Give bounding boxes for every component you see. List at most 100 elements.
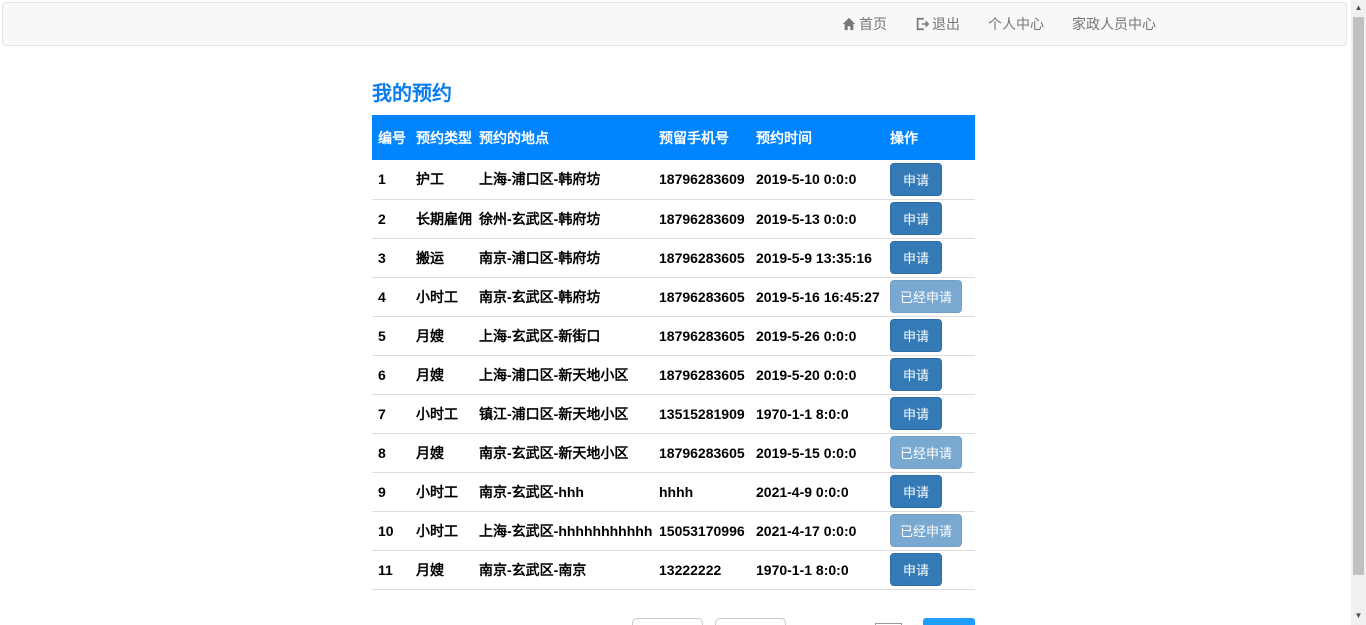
row-time: 2019-5-10 0:0:0 (756, 171, 857, 188)
nav-item-label: 退出 (932, 16, 960, 32)
table-row: 5 月嫂 上海-玄武区-新街口 18796283605 2019-5-26 0:0:0 申… (372, 316, 975, 355)
scrollbar[interactable]: ▲ ▼ (1351, 0, 1366, 625)
table-row: 8 月嫂 南京-玄武区-新天地小区 18796283605 2019-5-15 0:0:… (372, 433, 975, 472)
applied-button[interactable]: 已经申请 (890, 280, 963, 313)
col-header-location: 预约的地点 (479, 129, 549, 146)
nav-item-housekeeping-center[interactable]: 家政人员中心 (1058, 2, 1170, 46)
row-type: 小时工 (416, 288, 458, 305)
scrollbar-thumb[interactable] (1353, 17, 1364, 575)
col-header-type: 预约类型 (416, 129, 472, 146)
row-phone: 18796283605 (659, 366, 745, 383)
table-row: 4 小时工 南京-玄武区-韩府坊 18796283605 2019-5-16 16:45… (372, 277, 975, 316)
table-row: 3 搬运 南京-浦口区-韩府坊 18796283605 2019-5-9 13:35:1… (372, 238, 975, 277)
prev-page-button[interactable]: 上一页 (632, 617, 704, 625)
appointments-table: 编号 预约类型 预约的地点 预留手机号 预约时间 操作 1 护工 上海-浦口区-韩府… (372, 115, 975, 590)
nav-item-label: 首页 (859, 16, 887, 32)
pagination: 上一页 下一页 共0页 到第 页 确定 (372, 617, 975, 625)
row-phone: 18796283605 (659, 288, 745, 305)
apply-button[interactable]: 申请 (890, 358, 943, 391)
apply-button[interactable]: 申请 (890, 553, 943, 586)
row-action-cell: 已经申请 (884, 277, 975, 316)
apply-button[interactable]: 申请 (890, 319, 943, 352)
confirm-page-button[interactable]: 确定 (922, 617, 975, 625)
row-id: 11 (378, 561, 393, 578)
page: 首页 退出 个人中心 家政人员中心 我的预约 编号 预约类型 预约的地点 预留手… (0, 0, 1366, 625)
row-action-cell: 申请 (884, 238, 975, 277)
page-title: 我的预约 (372, 83, 452, 105)
row-id: 6 (378, 366, 386, 383)
row-phone: 18796283609 (659, 210, 745, 227)
row-action-cell: 申请 (884, 472, 975, 511)
scroll-down-icon[interactable]: ▼ (1351, 608, 1366, 625)
apply-button[interactable]: 申请 (890, 162, 943, 196)
row-id: 4 (378, 288, 386, 305)
logout-icon (915, 17, 929, 31)
row-action-cell: 申请 (884, 550, 975, 589)
nav-item-profile[interactable]: 个人中心 (974, 2, 1058, 46)
row-phone: 18796283609 (659, 171, 745, 188)
row-phone: 13515281909 (659, 405, 745, 422)
apply-button[interactable]: 申请 (890, 397, 943, 430)
row-id: 10 (378, 522, 394, 539)
row-id: 9 (378, 483, 386, 500)
row-type: 月嫂 (416, 366, 444, 383)
row-action-cell: 申请 (884, 394, 975, 433)
row-time: 2019-5-13 0:0:0 (756, 210, 857, 227)
nav-item-home[interactable]: 首页 (828, 2, 901, 46)
apply-button[interactable]: 申请 (890, 202, 943, 235)
main-content: 我的预约 编号 预约类型 预约的地点 预留手机号 预约时间 操作 1 护工 上海-浦… (372, 84, 975, 625)
scroll-up-icon[interactable]: ▲ (1351, 0, 1366, 17)
row-location: 南京-玄武区-新天地小区 (479, 444, 629, 461)
row-action-cell: 申请 (884, 199, 975, 238)
row-location: 上海-浦口区-韩府坊 (479, 171, 601, 188)
row-type: 小时工 (416, 405, 458, 422)
nav-item-logout[interactable]: 退出 (901, 2, 974, 46)
row-time: 1970-1-1 8:0:0 (756, 561, 849, 578)
row-time: 2019-5-20 0:0:0 (756, 366, 857, 383)
row-location: 镇江-浦口区-新天地小区 (479, 405, 629, 422)
row-time: 2019-5-9 13:35:16 (756, 249, 872, 266)
row-location: 上海-玄武区-新街口 (479, 327, 601, 344)
row-phone: 13222222 (659, 561, 722, 578)
row-phone: 18796283605 (659, 327, 745, 344)
row-phone: hhhh (659, 483, 694, 500)
row-type: 小时工 (416, 483, 458, 500)
row-type: 搬运 (416, 249, 444, 266)
row-time: 1970-1-1 8:0:0 (756, 405, 849, 422)
row-id: 8 (378, 444, 386, 461)
row-time: 2019-5-16 16:45:27 (756, 288, 880, 305)
row-id: 7 (378, 405, 386, 422)
row-type: 月嫂 (416, 561, 444, 578)
applied-button[interactable]: 已经申请 (890, 436, 963, 469)
row-location: 南京-玄武区-南京 (479, 561, 587, 578)
top-navbar: 首页 退出 个人中心 家政人员中心 (2, 2, 1347, 46)
appointments-tbody: 1 护工 上海-浦口区-韩府坊 18796283609 2019-5-10 0:0:0 申… (372, 160, 975, 589)
row-id: 3 (378, 249, 386, 266)
table-header: 编号 预约类型 预约的地点 预留手机号 预约时间 操作 (372, 115, 975, 160)
row-time: 2021-4-17 0:0:0 (756, 522, 857, 539)
row-location: 上海-浦口区-新天地小区 (479, 366, 629, 383)
table-row: 11 月嫂 南京-玄武区-南京 13222222 1970-1-1 8:0:0 申请 (372, 550, 975, 589)
row-time: 2019-5-26 0:0:0 (756, 327, 857, 344)
row-phone: 18796283605 (659, 444, 745, 461)
apply-button[interactable]: 申请 (890, 241, 943, 274)
row-id: 2 (378, 210, 386, 227)
row-type: 月嫂 (416, 327, 444, 344)
col-header-id: 编号 (378, 129, 406, 146)
row-type: 长期雇佣 (416, 210, 472, 227)
row-location: 南京-浦口区-韩府坊 (479, 249, 601, 266)
apply-button[interactable]: 申请 (890, 475, 943, 508)
row-phone: 15053170996 (659, 522, 745, 539)
row-action-cell: 已经申请 (884, 511, 975, 550)
applied-button[interactable]: 已经申请 (890, 514, 963, 547)
home-icon (842, 17, 856, 31)
row-type: 小时工 (416, 522, 458, 539)
table-row: 7 小时工 镇江-浦口区-新天地小区 13515281909 1970-1-1 8:0:… (372, 394, 975, 433)
table-row: 6 月嫂 上海-浦口区-新天地小区 18796283605 2019-5-20 0:0:… (372, 355, 975, 394)
row-time: 2021-4-9 0:0:0 (756, 483, 849, 500)
row-location: 南京-玄武区-hhh (479, 483, 584, 500)
next-page-button[interactable]: 下一页 (715, 617, 787, 625)
nav-item-label: 个人中心 (988, 16, 1044, 32)
col-header-phone: 预留手机号 (659, 129, 729, 146)
row-action-cell: 申请 (884, 160, 975, 199)
